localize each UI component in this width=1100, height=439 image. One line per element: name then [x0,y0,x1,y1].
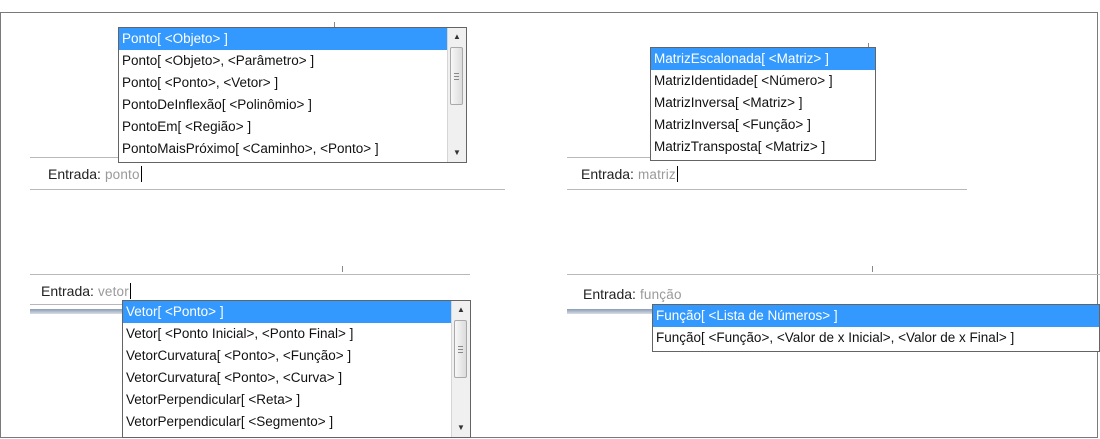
toolbar-shadow [567,309,652,314]
text-caret [129,283,131,299]
divider-tick [872,266,873,272]
suggestion-item[interactable]: PontoDeInflexão[ <Polinômio> ] [119,94,466,116]
suggestion-item[interactable]: PontoMaisPróximo[ <Caminho>, <Ponto> ] [119,138,466,160]
input-field[interactable]: matriz [638,167,676,182]
suggestion-item[interactable]: MatrizInversa[ <Matriz> ] [651,92,875,114]
divider-tick [342,266,343,272]
suggestion-item[interactable]: Vetor[ <Ponto> ] [123,301,470,323]
toolbar-shadow [30,309,122,314]
suggestion-item[interactable]: Ponto[ <Objeto> ] [119,28,466,50]
input-field[interactable]: função [640,287,682,302]
suggestion-item[interactable]: MatrizTransposta[ <Matriz> ] [651,136,875,158]
input-label: Entrada: [41,283,94,299]
suggestion-item[interactable]: PontoEm[ <Região> ] [119,116,466,138]
vertical-scrollbar[interactable]: ▲ ▼ [451,301,470,437]
suggestion-item[interactable]: MatrizEscalonada[ <Matriz> ] [651,48,875,70]
autocomplete-popup-vetor[interactable]: Vetor[ <Ponto> ] Vetor[ <Ponto Inicial>,… [122,300,471,438]
divider-line [30,157,118,158]
suggestion-item[interactable]: MatrizInversa[ <Função> ] [651,114,875,136]
suggestion-item[interactable]: Ponto[ <Ponto>, <Vetor> ] [119,72,466,94]
autocomplete-popup-funcao[interactable]: Função[ <Lista de Números> ] Função[ <Fu… [652,304,1100,352]
input-underline [567,189,967,190]
suggestion-item[interactable]: VetorPerpendicular[ <Segmento> ] [123,411,470,433]
suggestion-list: Vetor[ <Ponto> ] Vetor[ <Ponto Inicial>,… [123,301,470,433]
suggestion-item[interactable]: VetorPerpendicular[ <Reta> ] [123,389,470,411]
arrow-down-icon[interactable]: ▼ [448,144,466,162]
suggestion-item[interactable]: MatrizIdentidade[ <Número> ] [651,70,875,92]
suggestion-item[interactable]: Função[ <Lista de Números> ] [653,305,1099,327]
divider-line [567,157,650,158]
suggestion-list: MatrizEscalonada[ <Matriz> ] MatrizIdent… [651,48,875,158]
suggestion-list: Ponto[ <Objeto> ] Ponto[ <Objeto>, <Parâ… [119,28,466,160]
autocomplete-popup-ponto[interactable]: Ponto[ <Objeto> ] Ponto[ <Objeto>, <Parâ… [118,27,467,163]
text-caret [140,166,142,182]
suggestion-item[interactable]: Função[ <Função>, <Valor de x Inicial>, … [653,327,1099,349]
suggestion-item[interactable]: VetorCurvatura[ <Ponto>, <Função> ] [123,345,470,367]
input-label: Entrada: [581,166,634,182]
input-bar-ponto: Entrada: ponto [48,161,142,187]
input-label: Entrada: [48,166,101,182]
suggestion-item[interactable]: Ponto[ <Objeto>, <Parâmetro> ] [119,50,466,72]
divider-line [30,274,470,275]
suggestion-item[interactable]: Vetor[ <Ponto Inicial>, <Ponto Final> ] [123,323,470,345]
input-bar-vetor: Entrada: vetor [41,278,131,304]
arrow-up-icon[interactable]: ▲ [452,301,470,319]
autocomplete-popup-matriz[interactable]: MatrizEscalonada[ <Matriz> ] MatrizIdent… [650,47,876,161]
input-label: Entrada: [583,286,636,302]
arrow-up-icon[interactable]: ▲ [448,28,466,46]
vertical-scrollbar[interactable]: ▲ ▼ [447,28,466,162]
text-caret [676,166,678,182]
arrow-down-icon[interactable]: ▼ [452,419,470,437]
divider-line [567,274,1100,275]
input-field[interactable]: vetor [98,284,129,299]
scroll-thumb[interactable] [454,320,467,378]
suggestion-list: Função[ <Lista de Números> ] Função[ <Fu… [653,305,1099,349]
input-bar-matriz: Entrada: matriz [581,161,678,187]
input-underline [30,189,505,190]
scroll-thumb[interactable] [450,47,463,105]
suggestion-item[interactable]: VetorCurvatura[ <Ponto>, <Curva> ] [123,367,470,389]
input-field[interactable]: ponto [105,167,140,182]
